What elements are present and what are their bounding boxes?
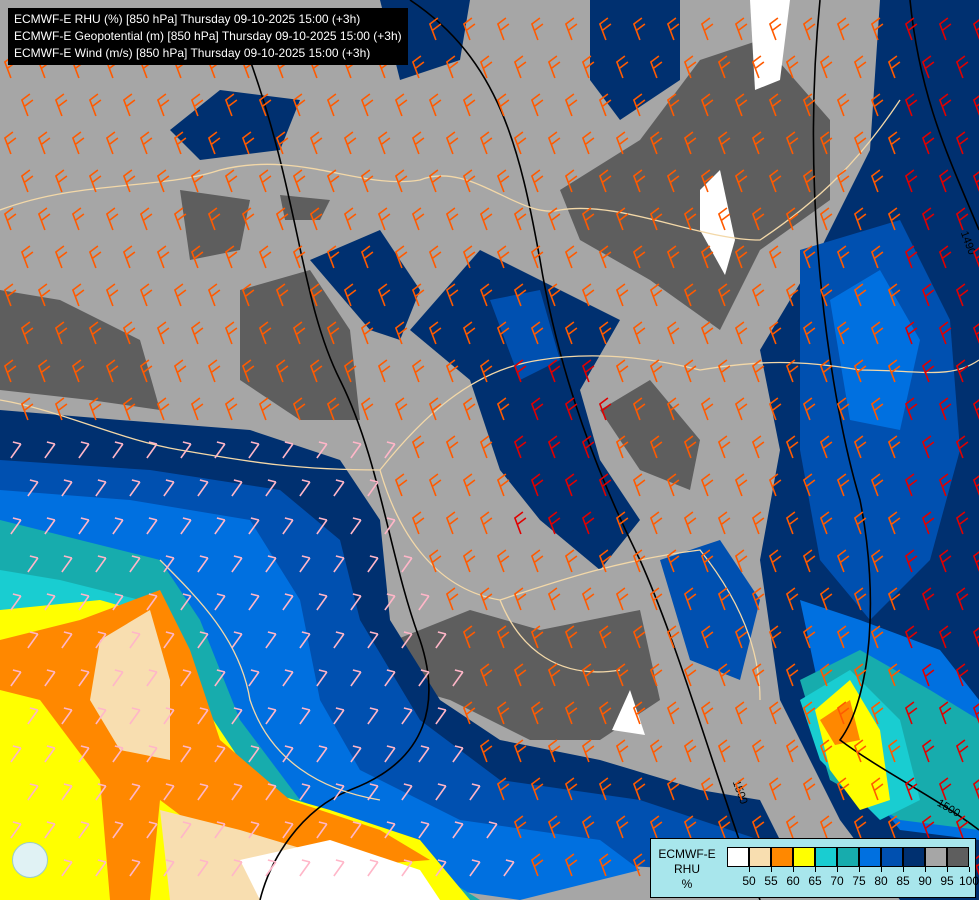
legend-title-unit: % <box>681 877 693 891</box>
legend-swatch <box>749 847 771 867</box>
legend-tick <box>815 867 816 872</box>
legend-tick-label: 100 <box>958 874 979 888</box>
legend-title-model: ECMWF-E <box>658 847 716 861</box>
rhu-legend: ECMWF-E RHU % 50 55 60 65 70 75 80 85 90 95 100 <box>650 838 979 898</box>
legend-tick <box>859 867 860 872</box>
legend-tick <box>837 867 838 872</box>
legend-swatch <box>903 847 925 867</box>
legend-swatch <box>947 847 969 867</box>
legend-swatch <box>837 847 859 867</box>
legend-tick <box>771 867 772 872</box>
title-wind: ECMWF-E Wind (m/s) [850 hPa] Thursday 09… <box>14 46 371 60</box>
legend-swatch <box>727 847 749 867</box>
legend-tick <box>881 867 882 872</box>
legend-tick <box>749 867 750 872</box>
legend-tick <box>793 867 794 872</box>
logo-icon <box>12 842 48 878</box>
legend-swatch <box>793 847 815 867</box>
legend-swatch <box>881 847 903 867</box>
legend-title: ECMWF-E RHU % <box>655 847 719 892</box>
legend-tick <box>969 867 970 872</box>
legend-title-var: RHU <box>674 862 700 876</box>
legend-tick <box>925 867 926 872</box>
legend-tick <box>947 867 948 872</box>
legend-swatch <box>925 847 947 867</box>
title-rhu: ECMWF-E RHU (%) [850 hPa] Thursday 09-10… <box>14 12 361 26</box>
legend-tick <box>903 867 904 872</box>
legend-swatch <box>771 847 793 867</box>
map-title-box: ECMWF-E RHU (%) [850 hPa] Thursday 09-10… <box>8 8 408 65</box>
weather-map[interactable]: 1490 1500 1500 <box>0 0 979 900</box>
legend-swatch <box>859 847 881 867</box>
legend-swatch <box>815 847 837 867</box>
title-geopotential: ECMWF-E Geopotential (m) [850 hPa] Thurs… <box>14 29 402 43</box>
